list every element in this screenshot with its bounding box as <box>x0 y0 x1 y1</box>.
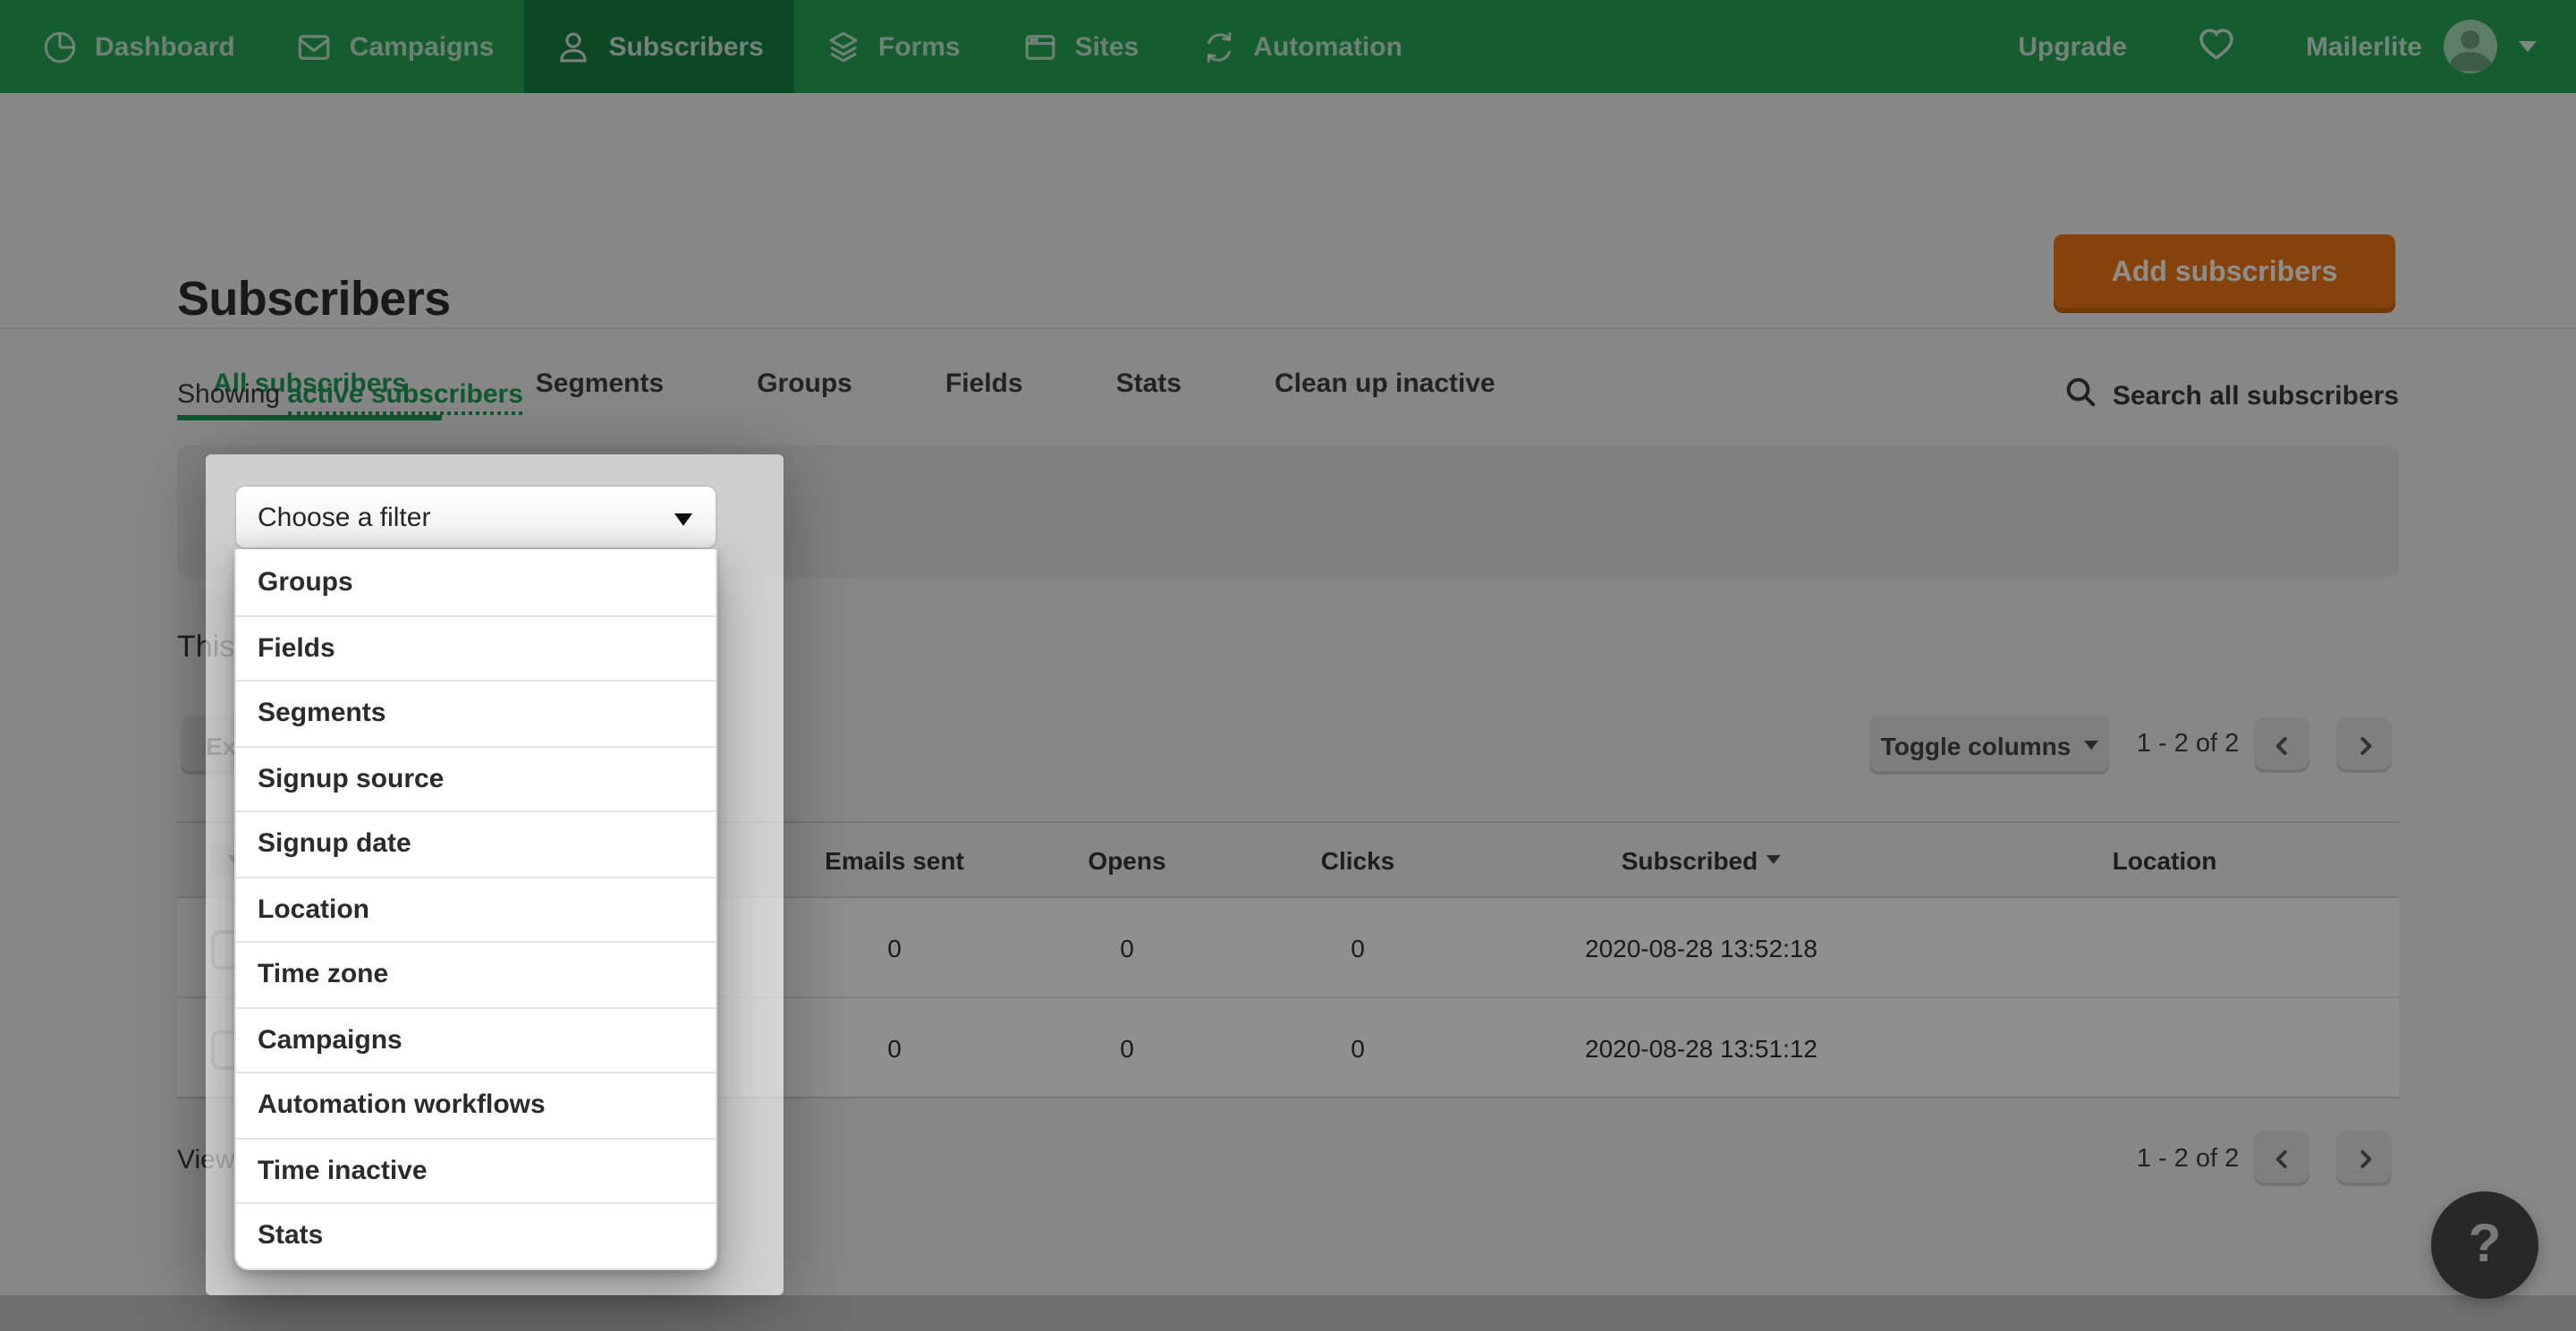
choose-filter-select[interactable]: Choose a filter <box>234 485 717 549</box>
app-window: Dashboard Campaigns Subscribers Forms Si… <box>0 0 2576 1331</box>
filter-option-automation-workflows[interactable]: Automation workflows <box>236 1072 716 1137</box>
filter-option-groups[interactable]: Groups <box>236 549 716 615</box>
filter-option-signup-source[interactable]: Signup source <box>236 745 716 810</box>
filter-option-time-zone[interactable]: Time zone <box>236 941 716 1006</box>
chevron-down-icon <box>674 513 692 526</box>
filter-option-fields[interactable]: Fields <box>236 615 716 680</box>
filter-option-time-inactive[interactable]: Time inactive <box>236 1137 716 1202</box>
filter-option-campaigns[interactable]: Campaigns <box>236 1006 716 1072</box>
filter-options-menu: Groups Fields Segments Signup source Sig… <box>234 549 717 1269</box>
filter-option-location[interactable]: Location <box>236 876 716 941</box>
filter-option-segments[interactable]: Segments <box>236 680 716 745</box>
choose-filter-placeholder: Choose a filter <box>258 502 431 532</box>
filter-option-signup-date[interactable]: Signup date <box>236 810 716 876</box>
filter-option-stats[interactable]: Stats <box>236 1202 716 1267</box>
